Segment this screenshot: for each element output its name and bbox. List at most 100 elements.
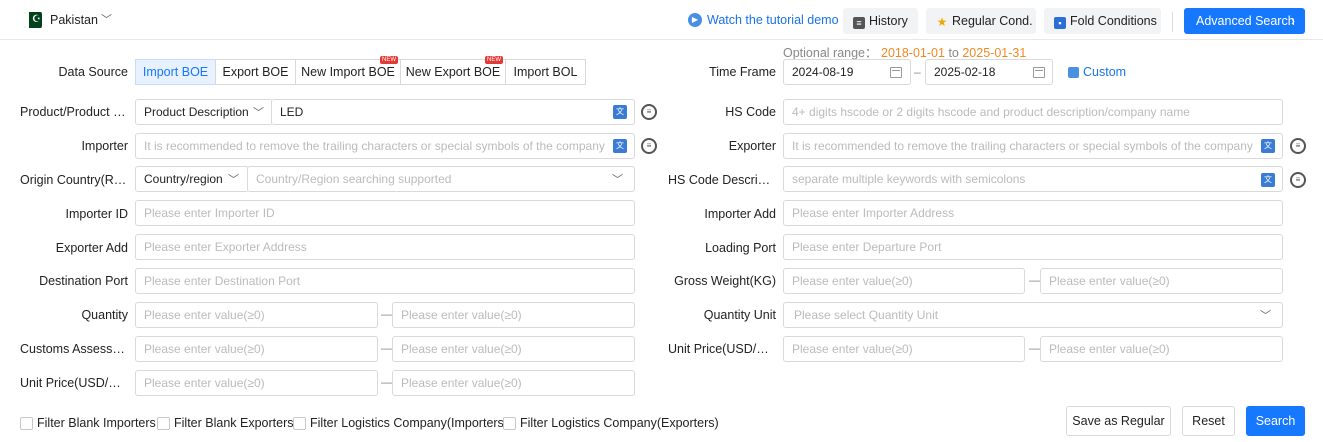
filter-blank-importers-checkbox[interactable] [20,417,33,430]
unit-price-kg-min-input[interactable]: Please enter value(≥0) [783,336,1025,362]
regular-cond-button[interactable]: ★ Regular Cond. [926,8,1036,34]
exporter-add-label: Exporter Add [55,241,128,255]
chevron-down-icon: ﹀ [228,174,239,186]
quantity-unit-select[interactable]: Please select Quantity Unit [783,302,1283,328]
regular-cond-label: Regular Cond. [952,14,1033,28]
gross-weight-min-input[interactable]: Please enter value(≥0) [783,268,1025,294]
history-icon[interactable]: ≡ [1290,172,1306,188]
quantity-max-input[interactable]: Please enter value(≥0) [392,302,635,328]
fold-conditions-label: Fold Conditions [1070,14,1157,28]
tab-import-boe[interactable]: Import BOE [135,59,216,85]
history-label: History [869,14,908,28]
calendar-icon [890,67,902,78]
unit-price-qty-max-input[interactable]: Please enter value(≥0) [392,370,635,396]
fold-conditions-button[interactable]: ▪ Fold Conditions [1044,8,1161,34]
custom-icon [1068,67,1079,78]
hs-desc-input[interactable]: separate multiple keywords with semicolo… [783,166,1283,192]
tab-export-boe[interactable]: Export BOE [215,59,296,85]
search-button[interactable]: Search [1246,406,1305,436]
filter-logistics-importers-checkbox[interactable] [293,417,306,430]
chevron-right-icon: › [1291,14,1295,28]
translate-icon[interactable]: 文 [613,139,627,153]
filter-blank-exporters-checkbox[interactable] [157,417,170,430]
range-start: 2018-01-01 [881,46,945,60]
unit-price-kg-label: Unit Price(USD/KG) [668,342,776,356]
quantity-min-input[interactable]: Please enter value(≥0) [135,302,378,328]
top-bar: ☪ Pakistan ﹀ ▶ Watch the tutorial demo ≡… [0,0,1323,40]
tab-new-export-boe[interactable]: New Export BOE NEW [400,56,506,85]
gross-weight-max-input[interactable]: Please enter value(≥0) [1040,268,1283,294]
importer-add-input[interactable]: Please enter Importer Address [783,200,1283,226]
filter-logistics-importers-label[interactable]: Filter Logistics Company(Importers) [310,416,508,430]
hs-code-input[interactable]: 4+ digits hscode or 2 digits hscode and … [783,99,1283,125]
filter-blank-exporters-label[interactable]: Filter Blank Exporters [174,416,293,430]
time-frame-label: Time Frame [709,65,776,79]
destination-port-input[interactable]: Please enter Destination Port [135,268,635,294]
range-label: Optional range： [783,46,878,60]
fold-icon: ▪ [1054,17,1066,29]
filter-logistics-exporters-label[interactable]: Filter Logistics Company(Exporters) [520,416,719,430]
customs-max-input[interactable]: Please enter value(≥0) [392,336,635,362]
translate-icon[interactable]: 文 [613,105,627,119]
pakistan-flag-icon: ☪ [24,12,42,28]
filter-blank-importers-label[interactable]: Filter Blank Importers [37,416,156,430]
advanced-search-button[interactable]: Advanced Search › [1184,8,1305,34]
data-source-label: Data Source [58,65,128,79]
reset-button[interactable]: Reset [1182,406,1235,436]
translate-icon[interactable]: 文 [1261,139,1275,153]
exporter-label: Exporter [728,139,776,153]
gross-weight-label: Gross Weight(KG) [674,274,776,288]
chevron-down-icon: ﹀ [612,174,623,186]
unit-price-qty-label: Unit Price(USD/QTY) [20,376,128,390]
importer-input[interactable]: It is recommended to remove the trailing… [135,133,635,159]
importer-add-label: Importer Add [704,207,776,221]
importer-id-label: Importer ID [65,207,128,221]
chevron-down-icon: ﹀ [1260,310,1271,322]
exporter-input[interactable]: It is recommended to remove the trailing… [783,133,1283,159]
tab-label: Import BOL [513,65,578,79]
quantity-unit-label: Quantity Unit [703,308,776,322]
filter-logistics-exporters-checkbox[interactable] [503,417,516,430]
tab-label: New Import BOE [301,65,395,79]
tab-label: Export BOE [222,65,289,79]
destination-port-label: Destination Port [39,274,128,288]
new-badge: NEW [485,56,503,64]
divider [1172,12,1173,32]
translate-icon[interactable]: 文 [1261,173,1275,187]
star-icon: ★ [936,15,948,29]
history-button[interactable]: ≡ History [843,8,918,34]
history-icon[interactable]: ≡ [641,104,657,120]
custom-link[interactable]: Custom [1083,65,1126,79]
product-label: Product/Product D... [20,105,128,119]
importer-id-input[interactable]: Please enter Importer ID [135,200,635,226]
product-input[interactable]: LED [271,99,635,125]
origin-country-select[interactable]: Country/Region searching supported [247,166,635,192]
history-icon: ≡ [853,17,865,29]
tutorial-link[interactable]: Watch the tutorial demo [707,13,839,27]
tab-label: New Export BOE [405,65,501,79]
unit-price-kg-max-input[interactable]: Please enter value(≥0) [1040,336,1283,362]
quantity-label: Quantity [81,308,128,322]
customs-min-input[interactable]: Please enter value(≥0) [135,336,378,362]
new-badge: NEW [380,56,398,64]
unit-price-qty-min-input[interactable]: Please enter value(≥0) [135,370,378,396]
tab-new-import-boe[interactable]: New Import BOE NEW [295,56,401,85]
advanced-search-label: Advanced Search [1196,14,1295,28]
history-icon[interactable]: ≡ [641,138,657,154]
play-icon[interactable]: ▶ [688,13,702,27]
importer-label: Importer [81,139,128,153]
range-to: to [948,46,959,60]
loading-port-label: Loading Port [705,241,776,255]
chevron-down-icon[interactable]: ﹀ [101,11,112,27]
exporter-add-input[interactable]: Please enter Exporter Address [135,234,635,260]
range-end: 2025-01-31 [962,46,1027,60]
country-selector[interactable]: Pakistan [50,13,98,27]
save-as-regular-button[interactable]: Save as Regular [1066,406,1171,436]
loading-port-input[interactable]: Please enter Departure Port [783,234,1283,260]
range-dash: – [914,65,921,79]
tab-import-bol[interactable]: Import BOL [505,59,586,85]
calendar-icon [1033,67,1045,78]
chevron-down-icon: ﹀ [253,107,264,119]
origin-country-label: Origin Country(Regi... [20,173,128,187]
history-icon[interactable]: ≡ [1290,138,1306,154]
